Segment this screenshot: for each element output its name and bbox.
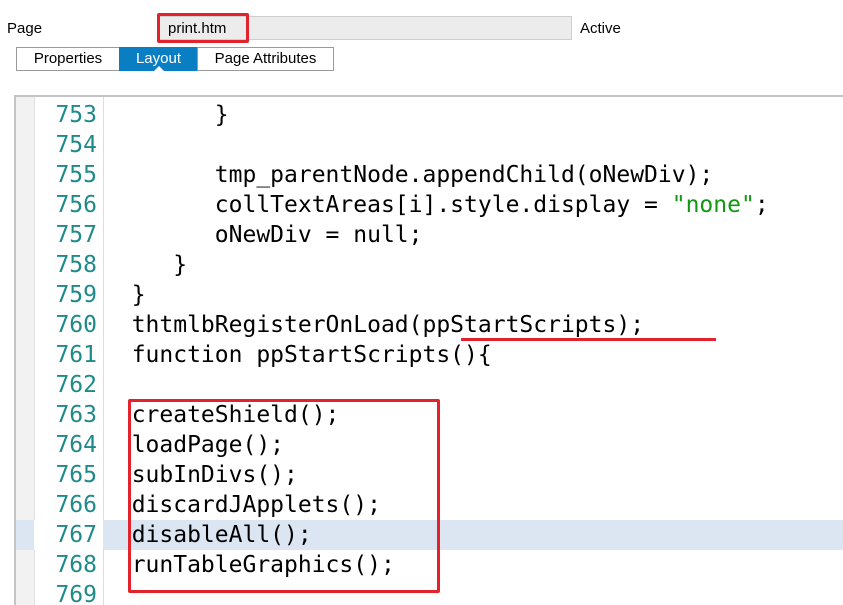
- line-source: collTextAreas[i].style.display = "none";: [104, 190, 769, 220]
- line-number: 753: [55, 102, 97, 128]
- line-number: 764: [55, 432, 97, 458]
- line-number: 765: [55, 462, 97, 488]
- code-line[interactable]: 762: [16, 370, 843, 400]
- tab-page-attributes[interactable]: Page Attributes: [197, 47, 334, 71]
- line-number: 763: [55, 402, 97, 428]
- code-text: }: [104, 282, 146, 308]
- line-source: function ppStartScripts(){: [104, 340, 492, 370]
- code-line[interactable]: 755 tmp_parentNode.appendChild(oNewDiv);: [16, 160, 843, 190]
- code-text: }: [104, 102, 229, 128]
- string-literal: "none": [671, 192, 755, 218]
- page-name-highlight: [157, 13, 249, 43]
- line-number: 762: [55, 372, 97, 398]
- page-label: Page: [7, 20, 43, 37]
- code-line[interactable]: 758 }: [16, 250, 843, 280]
- line-number: 759: [55, 282, 97, 308]
- tab-properties[interactable]: Properties: [16, 47, 119, 71]
- tab-layout[interactable]: Layout: [119, 47, 197, 71]
- code-line[interactable]: 759 }: [16, 280, 843, 310]
- code-line[interactable]: 757 oNewDiv = null;: [16, 220, 843, 250]
- line-source: thtmlbRegisterOnLoad(ppStartScripts);: [104, 310, 644, 340]
- line-number: 757: [55, 222, 97, 248]
- code-text: thtmlbRegisterOnLoad(ppStartScripts);: [104, 312, 645, 338]
- code-line[interactable]: 753 }: [16, 100, 843, 130]
- line-source: }: [104, 250, 187, 280]
- line-source: tmp_parentNode.appendChild(oNewDiv);: [104, 160, 714, 190]
- line-number: 755: [55, 162, 97, 188]
- line-source: }: [104, 100, 229, 130]
- line-source: }: [104, 280, 146, 310]
- code-line[interactable]: 760 thtmlbRegisterOnLoad(ppStartScripts)…: [16, 310, 843, 340]
- line-number: 760: [55, 312, 97, 338]
- function-calls-highlight: [128, 399, 440, 593]
- underline-annotation: [461, 338, 716, 341]
- code-text: collTextAreas[i].style.display =: [104, 192, 672, 218]
- line-number: 766: [55, 492, 97, 518]
- code-line[interactable]: 761 function ppStartScripts(){: [16, 340, 843, 370]
- line-number: 768: [55, 552, 97, 578]
- line-number: 758: [55, 252, 97, 278]
- code-editor[interactable]: 753 } 754 755 tmp_parentNode.appendChild(o…: [14, 95, 843, 605]
- code-text: function ppStartScripts(){: [104, 342, 492, 368]
- code-line[interactable]: 756 collTextAreas[i].style.display = "no…: [16, 190, 843, 220]
- page-status: Active: [580, 20, 621, 37]
- line-number: 761: [55, 342, 97, 368]
- line-source: oNewDiv = null;: [104, 220, 423, 250]
- code-text-suffix: ;: [754, 192, 769, 218]
- line-number: 767: [34, 520, 103, 550]
- code-text: tmp_parentNode.appendChild(oNewDiv);: [104, 162, 714, 188]
- line-number: 769: [55, 582, 97, 605]
- code-line[interactable]: 754: [16, 130, 843, 160]
- code-text: }: [104, 252, 188, 278]
- line-number: 756: [55, 192, 97, 218]
- tab-strip: Properties Layout Page Attributes: [16, 47, 334, 71]
- line-number: 754: [55, 132, 97, 158]
- code-text: oNewDiv = null;: [104, 222, 423, 248]
